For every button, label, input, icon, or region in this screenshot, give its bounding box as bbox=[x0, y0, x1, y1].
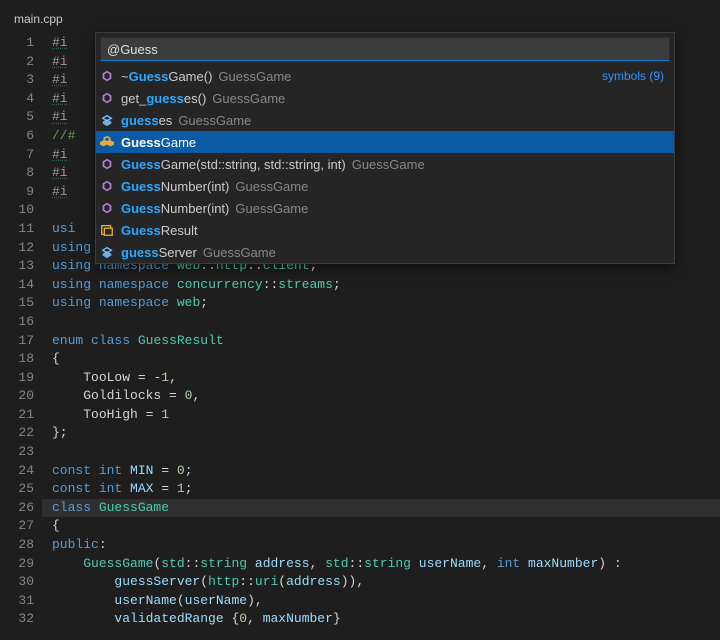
line-number: 12 bbox=[0, 239, 34, 258]
line-number: 9 bbox=[0, 183, 34, 202]
line-number: 25 bbox=[0, 480, 34, 499]
code-line[interactable]: validatedRange {0, maxNumber} bbox=[52, 610, 720, 629]
code-line[interactable]: guessServer(http::uri(address)), bbox=[52, 573, 720, 592]
code-line[interactable]: const int MIN = 0; bbox=[52, 462, 720, 481]
enum-icon bbox=[99, 222, 115, 238]
line-number: 32 bbox=[0, 610, 34, 629]
line-number: 26 bbox=[0, 499, 34, 518]
symbol-parent: GuessGame bbox=[203, 245, 276, 260]
line-number: 3 bbox=[0, 71, 34, 90]
line-number: 21 bbox=[0, 406, 34, 425]
line-number: 30 bbox=[0, 573, 34, 592]
symbol-label: GuessGame bbox=[121, 135, 196, 150]
line-number: 29 bbox=[0, 555, 34, 574]
symbol-search-input[interactable]: @Guess bbox=[100, 37, 670, 61]
symbol-parent: GuessGame bbox=[212, 91, 285, 106]
method-icon bbox=[99, 90, 115, 106]
line-number: 4 bbox=[0, 90, 34, 109]
field-icon bbox=[99, 244, 115, 260]
symbol-result-item[interactable]: GuessNumber(int) GuessGame bbox=[96, 175, 674, 197]
method-icon bbox=[99, 200, 115, 216]
symbol-parent: GuessGame bbox=[235, 179, 308, 194]
code-line[interactable]: }; bbox=[52, 424, 720, 443]
symbol-count-label: symbols (9) bbox=[602, 69, 664, 83]
line-number: 1 bbox=[0, 34, 34, 53]
symbol-parent: GuessGame bbox=[178, 113, 251, 128]
symbol-label: GuessGame(std::string, std::string, int) bbox=[121, 157, 346, 172]
code-line[interactable]: TooLow = -1, bbox=[52, 369, 720, 388]
symbol-label: guessServer bbox=[121, 245, 197, 260]
symbol-label: guesses bbox=[121, 113, 172, 128]
symbol-label: GuessResult bbox=[121, 223, 198, 238]
line-number: 2 bbox=[0, 53, 34, 72]
symbol-label: GuessNumber(int) bbox=[121, 201, 229, 216]
field-icon bbox=[99, 112, 115, 128]
line-number-gutter: 1234567891011121314151617181920212223242… bbox=[0, 32, 52, 640]
line-number: 14 bbox=[0, 276, 34, 295]
symbol-search-query: @Guess bbox=[107, 42, 158, 57]
method-icon bbox=[99, 68, 115, 84]
editor[interactable]: 1234567891011121314151617181920212223242… bbox=[0, 32, 720, 640]
line-number: 20 bbox=[0, 387, 34, 406]
code-line[interactable]: TooHigh = 1 bbox=[52, 406, 720, 425]
tab-main-cpp[interactable]: main.cpp bbox=[0, 5, 77, 32]
symbol-result-item[interactable]: GuessResult bbox=[96, 219, 674, 241]
line-number: 19 bbox=[0, 369, 34, 388]
line-number: 11 bbox=[0, 220, 34, 239]
symbol-result-item[interactable]: GuessGame(std::string, std::string, int)… bbox=[96, 153, 674, 175]
code-line[interactable] bbox=[52, 313, 720, 332]
line-number: 18 bbox=[0, 350, 34, 369]
code-line[interactable]: using namespace concurrency::streams; bbox=[52, 276, 720, 295]
method-icon bbox=[99, 178, 115, 194]
symbol-result-item[interactable]: guesses GuessGame bbox=[96, 109, 674, 131]
symbol-parent: GuessGame bbox=[235, 201, 308, 216]
symbol-parent: GuessGame bbox=[218, 69, 291, 84]
method-icon bbox=[99, 156, 115, 172]
line-number: 10 bbox=[0, 201, 34, 220]
code-line[interactable]: const int MAX = 1; bbox=[52, 480, 720, 499]
tab-bar: main.cpp bbox=[0, 0, 720, 32]
symbol-result-item[interactable]: ~GuessGame() GuessGame bbox=[96, 65, 674, 87]
code-line[interactable]: Goldilocks = 0, bbox=[52, 387, 720, 406]
line-number: 28 bbox=[0, 536, 34, 555]
line-number: 31 bbox=[0, 592, 34, 611]
line-number: 17 bbox=[0, 332, 34, 351]
code-line[interactable]: { bbox=[52, 517, 720, 536]
line-number: 8 bbox=[0, 164, 34, 183]
code-line[interactable] bbox=[52, 443, 720, 462]
code-line[interactable]: userName(userName), bbox=[52, 592, 720, 611]
code-line[interactable]: using namespace web; bbox=[52, 294, 720, 313]
code-line[interactable]: GuessGame(std::string address, std::stri… bbox=[52, 555, 720, 574]
code-line[interactable]: { bbox=[52, 350, 720, 369]
symbol-parent: GuessGame bbox=[352, 157, 425, 172]
line-number: 22 bbox=[0, 424, 34, 443]
code-line[interactable]: enum class GuessResult bbox=[52, 332, 720, 351]
line-number: 13 bbox=[0, 257, 34, 276]
symbol-result-item[interactable]: guessServer GuessGame bbox=[96, 241, 674, 263]
line-number: 15 bbox=[0, 294, 34, 313]
symbol-picker: @Guess symbols (9) ~GuessGame()GuessGame… bbox=[95, 32, 675, 264]
symbol-label: ~GuessGame() bbox=[121, 69, 212, 84]
symbol-label: get_guesses() bbox=[121, 91, 206, 106]
line-number: 23 bbox=[0, 443, 34, 462]
line-number: 5 bbox=[0, 108, 34, 127]
symbol-result-item[interactable]: GuessNumber(int) GuessGame bbox=[96, 197, 674, 219]
symbol-result-item[interactable]: GuessGame bbox=[96, 131, 674, 153]
symbol-result-item[interactable]: get_guesses() GuessGame bbox=[96, 87, 674, 109]
code-line[interactable]: class GuessGame bbox=[42, 499, 720, 518]
symbol-label: GuessNumber(int) bbox=[121, 179, 229, 194]
line-number: 7 bbox=[0, 146, 34, 165]
symbol-results-list: ~GuessGame()GuessGameget_guesses()GuessG… bbox=[96, 65, 674, 263]
line-number: 27 bbox=[0, 517, 34, 536]
line-number: 6 bbox=[0, 127, 34, 146]
class-icon bbox=[99, 134, 115, 150]
code-line[interactable]: public: bbox=[52, 536, 720, 555]
line-number: 16 bbox=[0, 313, 34, 332]
line-number: 24 bbox=[0, 462, 34, 481]
